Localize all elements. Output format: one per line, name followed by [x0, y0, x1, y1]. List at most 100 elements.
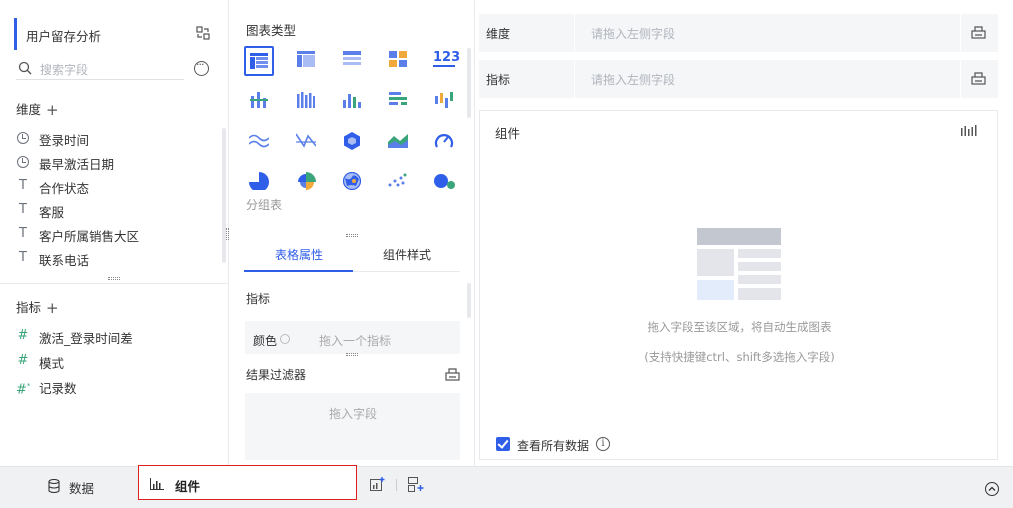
clock-icon [17, 132, 29, 144]
hash-icon: # [17, 328, 29, 343]
dimension-scrollbar[interactable] [222, 128, 226, 263]
chart-type-gauge[interactable] [429, 127, 459, 157]
field-label: 客户所属销售大区 [39, 229, 140, 244]
dataset-header[interactable]: 用户留存分析 [14, 18, 214, 50]
chart-type-rose[interactable] [291, 167, 321, 197]
metric-settings-icon[interactable] [971, 71, 986, 85]
property-scrollbar[interactable] [467, 283, 471, 318]
clock-icon [17, 156, 29, 168]
add-dimension-icon[interactable]: + [46, 101, 59, 119]
chart-type-pie[interactable] [244, 167, 274, 197]
add-metric-icon[interactable]: + [46, 299, 59, 317]
dataset-title: 用户留存分析 [26, 29, 102, 44]
config-tabs: 表格属性 组件样式 [244, 238, 460, 272]
color-label: 颜色 [253, 334, 278, 348]
tab-component-style[interactable]: 组件样式 [383, 246, 431, 263]
chart-type-radar[interactable] [337, 127, 367, 157]
tab-table-properties[interactable]: 表格属性 [275, 246, 323, 263]
empty-hint: 拖入字段至该区域，将自动生成图表 [647, 320, 832, 334]
filter-drop-zone[interactable]: 拖入字段 [245, 393, 460, 460]
text-type-icon: T [19, 250, 27, 265]
filter-settings-icon[interactable] [445, 367, 460, 381]
metric-shelf-placeholder: 请拖入左侧字段 [591, 73, 676, 87]
dimension-shelf-placeholder: 请拖入左侧字段 [591, 27, 676, 41]
chart-type-line[interactable] [244, 127, 274, 157]
field-search[interactable]: 搜索字段 [16, 58, 184, 80]
switch-dataset-icon[interactable] [196, 26, 210, 40]
metric-shelf-label: 指标 [486, 73, 511, 87]
bar-chart-icon[interactable] [961, 125, 977, 137]
collapse-icon[interactable] [985, 482, 999, 496]
info-icon[interactable]: i [596, 437, 610, 451]
hash-star-icon: #* [16, 382, 31, 398]
text-type-icon: T [19, 202, 27, 217]
chart-type-grouped-bar[interactable] [291, 87, 321, 117]
hash-icon: # [17, 353, 29, 368]
chart-icon [150, 478, 164, 490]
field-label: 客服 [39, 205, 65, 220]
empty-hint-shortcut: (支持快捷键ctrl、shift多选拖入字段) [644, 350, 835, 364]
chart-type-number[interactable]: 123 [429, 46, 460, 76]
panel-resize-handle[interactable] [226, 228, 229, 240]
empty-table-illustration [697, 228, 781, 300]
chart-type-area[interactable] [383, 127, 413, 157]
result-filter-title: 结果过滤器 [246, 368, 307, 382]
add-component-icon[interactable] [370, 477, 385, 492]
metric-title-label: 指标 [16, 300, 42, 315]
metric-section-title: 指标 + [16, 297, 59, 317]
component-canvas[interactable]: 组件 拖入字段至该区域，将自动生成图表 (支持快捷键ctrl、shift多选拖入… [479, 110, 998, 460]
dimension-shelf[interactable]: 维度 请拖入左侧字段 [479, 14, 998, 52]
field-label: 联系电话 [39, 253, 90, 268]
database-icon [48, 479, 60, 493]
chart-type-bubble[interactable] [429, 167, 459, 197]
color-placeholder: 拖入一个指标 [319, 334, 392, 348]
chart-type-scrollbar[interactable] [467, 48, 471, 118]
chart-type-cross-table[interactable] [291, 46, 321, 76]
chart-type-detail-table[interactable] [337, 46, 367, 76]
resize-handle[interactable] [346, 353, 358, 356]
color-drop-zone[interactable]: 颜色 拖入一个指标 [245, 321, 460, 354]
chart-type-column[interactable] [337, 87, 367, 117]
dimension-shelf-label: 维度 [486, 27, 511, 41]
more-options-icon[interactable] [194, 58, 209, 76]
metric-shelf[interactable]: 指标 请拖入左侧字段 [479, 60, 998, 98]
resize-handle[interactable] [346, 234, 358, 237]
section-divider [0, 283, 229, 284]
view-all-data-checkbox[interactable] [496, 437, 510, 451]
add-dashboard-icon[interactable] [408, 477, 424, 492]
chart-type-stacked-bar[interactable] [244, 87, 274, 117]
field-label: 记录数 [39, 381, 77, 396]
field-label: 模式 [39, 356, 65, 371]
chart-type-table[interactable] [244, 46, 274, 76]
dimension-title-label: 维度 [16, 102, 42, 117]
chart-type-map[interactable] [337, 167, 367, 197]
dimension-settings-icon[interactable] [971, 25, 986, 39]
active-tab-indicator [244, 270, 353, 272]
search-icon [18, 61, 32, 75]
shelf-divider [960, 14, 961, 52]
chart-type-scatter[interactable] [383, 167, 413, 197]
shelf-divider [574, 14, 575, 52]
chart-type-range-bar[interactable] [429, 87, 459, 117]
chart-type-radar-line[interactable] [291, 127, 321, 157]
text-type-icon: T [19, 226, 27, 241]
field-label: 登录时间 [39, 133, 90, 148]
chart-type-kpi-card[interactable] [383, 46, 413, 76]
field-label: 激活_登录时间差 [39, 331, 133, 346]
chart-type-title: 图表类型 [246, 23, 297, 38]
metric-property-title: 指标 [246, 292, 271, 306]
group-table-label: 分组表 [246, 198, 283, 212]
component-tab-label: 组件 [175, 479, 201, 494]
text-type-icon: T [19, 178, 27, 193]
search-input[interactable]: 搜索字段 [40, 61, 88, 78]
component-tab[interactable]: 组件 [138, 465, 357, 500]
dimension-section-title: 维度 + [16, 99, 59, 119]
field-label: 合作状态 [39, 181, 90, 196]
help-icon[interactable] [280, 334, 290, 344]
shelf-divider [574, 60, 575, 98]
data-tab-label: 数据 [69, 481, 95, 496]
chart-type-horizontal-bar[interactable] [383, 87, 413, 117]
view-all-data-label[interactable]: 查看所有数据 [517, 437, 589, 454]
resize-handle[interactable] [108, 277, 120, 280]
field-label: 最早激活日期 [39, 157, 115, 172]
